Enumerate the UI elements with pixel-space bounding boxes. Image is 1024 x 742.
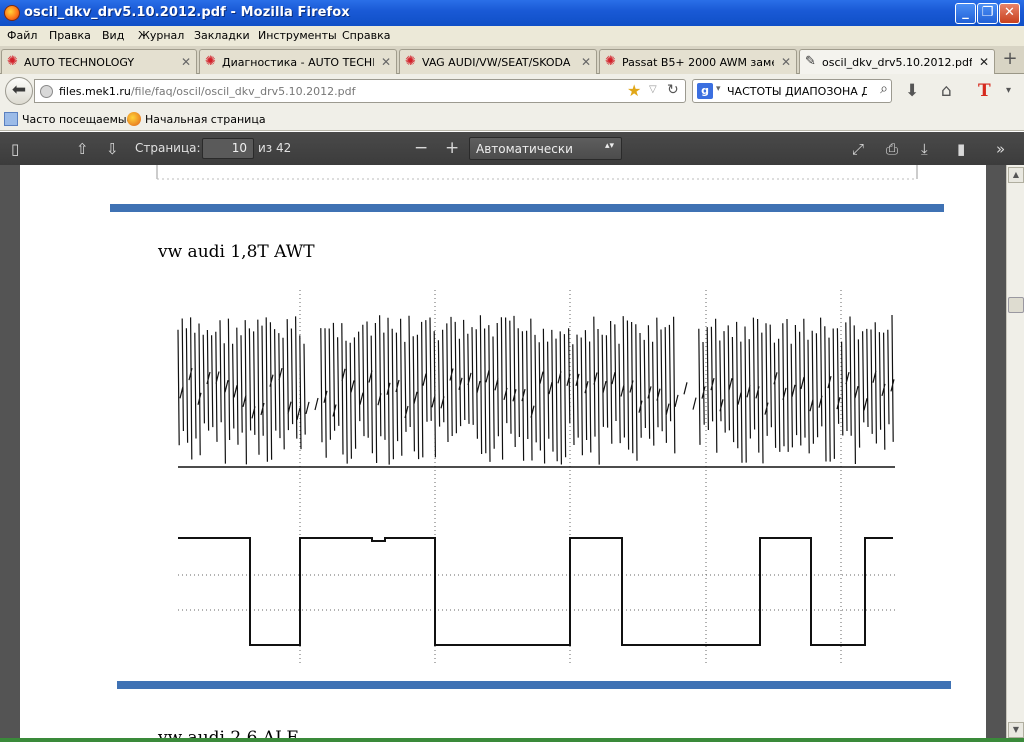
print-icon[interactable]: ⎙ xyxy=(886,140,898,158)
site-favicon-icon: ✺ xyxy=(205,54,216,69)
tools-double-chevron-icon[interactable]: » xyxy=(996,140,1005,158)
menu-bookmarks[interactable]: Закладки xyxy=(194,29,250,42)
download-pdf-icon[interactable]: ⤓ xyxy=(921,140,928,158)
tab-close-icon[interactable]: ✕ xyxy=(381,55,391,69)
most-visited-icon xyxy=(4,112,18,126)
tab-close-icon[interactable]: ✕ xyxy=(181,55,191,69)
zoom-select[interactable]: Автоматически ▴▾ xyxy=(469,137,622,160)
pdf-viewer[interactable]: vw audi 1,8T AWT vw audi 2,6 ALF xyxy=(0,165,1006,742)
tab-close-icon[interactable]: ✕ xyxy=(781,55,791,69)
tab-passat-b5[interactable]: ✺ Passat B5+ 2000 AWM замен... ✕ xyxy=(599,49,797,74)
translate-t-icon[interactable]: T xyxy=(978,81,991,101)
bookmark-icon[interactable]: ▮ xyxy=(957,140,965,158)
burst-strokes xyxy=(177,314,895,465)
previous-page-icon[interactable]: ⇧ xyxy=(76,140,89,158)
zoom-out-icon[interactable]: − xyxy=(414,138,428,158)
window-title: oscil_dkv_drv5.10.2012.pdf - Mozilla Fir… xyxy=(24,5,350,20)
tab-auto-technology[interactable]: ✺ AUTO TECHNOLOGY ✕ xyxy=(1,49,197,74)
menu-bar: Файл Правка Вид Журнал Закладки Инструме… xyxy=(0,26,1024,46)
zoom-in-icon[interactable]: + xyxy=(445,138,459,158)
site-favicon-icon: ✺ xyxy=(605,54,616,69)
ignition-waveform xyxy=(177,314,895,465)
scroll-down-icon[interactable]: ▼ xyxy=(1008,722,1024,738)
close-window-button[interactable]: ✕ xyxy=(999,3,1020,24)
next-page-icon[interactable]: ⇩ xyxy=(106,140,119,158)
reload-icon[interactable]: ↻ xyxy=(667,82,679,98)
globe-icon xyxy=(40,85,53,98)
home-icon[interactable]: ⌂ xyxy=(941,81,952,101)
status-strip xyxy=(0,738,1024,742)
back-arrow-icon: ⬅ xyxy=(11,80,27,100)
scroll-thumb[interactable] xyxy=(1008,297,1024,313)
blue-separator-top xyxy=(110,204,944,212)
back-button[interactable]: ⬅ xyxy=(5,77,33,105)
pdf-toolbar: ▯ ⇧ ⇩ Страница: 10 из 42 − + Автоматичес… xyxy=(0,132,1024,165)
tab-close-icon[interactable]: ✕ xyxy=(581,55,591,69)
new-tab-button[interactable]: + xyxy=(1000,50,1020,70)
figure-caption: vw audi 1,8T AWT xyxy=(158,242,315,262)
minimize-button[interactable]: _ xyxy=(955,3,976,24)
download-icon[interactable]: ⬇ xyxy=(905,81,919,101)
bookmark-most-visited[interactable]: Часто посещаемые xyxy=(4,112,133,126)
scroll-up-icon[interactable]: ▲ xyxy=(1008,167,1024,183)
firefox-icon xyxy=(4,5,20,21)
menu-history[interactable]: Журнал xyxy=(138,29,184,42)
site-favicon-icon: ✺ xyxy=(7,54,18,69)
hall-sensor-square-wave xyxy=(178,537,893,646)
search-icon[interactable]: ⌕ xyxy=(880,81,888,97)
menu-file[interactable]: Файл xyxy=(7,29,37,42)
menu-edit[interactable]: Правка xyxy=(49,29,91,42)
vertical-scrollbar[interactable]: ▲ ▼ xyxy=(1006,165,1024,742)
search-bar[interactable]: g ▾ ЧАСТОТЫ ДИАПОЗОНА ДМВ ⌕ xyxy=(692,79,892,103)
tab-diagnostics[interactable]: ✺ Диагностика - AUTO TECHN... ✕ xyxy=(199,49,397,74)
blue-separator-bottom xyxy=(117,681,951,689)
fullscreen-icon[interactable]: ⤢ xyxy=(852,140,864,158)
page-count: из 42 xyxy=(258,141,292,155)
tab-bar: ✺ AUTO TECHNOLOGY ✕ ✺ Диагностика - AUTO… xyxy=(0,46,1024,75)
firefox-icon xyxy=(127,112,141,126)
search-input[interactable]: ЧАСТОТЫ ДИАПОЗОНА ДМВ xyxy=(727,85,867,98)
tab-oscil-pdf[interactable]: ✎ oscil_dkv_drv5.10.2012.pdf ✕ xyxy=(799,49,995,75)
url-bar[interactable]: files.mek1.ru/file/faq/oscil/oscil_dkv_d… xyxy=(34,79,686,103)
page-label: Страница: xyxy=(135,141,201,155)
menu-help[interactable]: Справка xyxy=(342,29,390,42)
menu-tools[interactable]: Инструменты xyxy=(258,29,337,42)
tab-close-icon[interactable]: ✕ xyxy=(979,55,989,69)
url-text: files.mek1.ru/file/faq/oscil/oscil_dkv_d… xyxy=(59,85,356,98)
page-number-input[interactable]: 10 xyxy=(202,138,254,159)
pdf-page: vw audi 1,8T AWT vw audi 2,6 ALF xyxy=(20,165,986,742)
select-arrows-icon: ▴▾ xyxy=(604,141,614,151)
title-bar: oscil_dkv_drv5.10.2012.pdf - Mozilla Fir… xyxy=(0,0,1024,26)
site-favicon-icon: ✺ xyxy=(405,54,416,69)
navigation-bar: ⬅ files.mek1.ru/file/faq/oscil/oscil_dkv… xyxy=(0,74,1024,107)
url-dropdown-icon[interactable]: ▽ xyxy=(649,84,657,95)
bookmarks-bar: Часто посещаемые Начальная страница xyxy=(0,107,1024,131)
bookmark-star-icon[interactable]: ★ xyxy=(627,81,641,100)
pdf-favicon-icon: ✎ xyxy=(805,54,816,69)
menu-view[interactable]: Вид xyxy=(102,29,124,42)
menu-dropdown-icon[interactable]: ▾ xyxy=(1006,85,1011,96)
google-icon[interactable]: g xyxy=(697,83,713,99)
bookmark-start-page[interactable]: Начальная страница xyxy=(127,112,266,126)
search-engine-dropdown-icon[interactable]: ▾ xyxy=(716,84,721,94)
sidebar-toggle-icon[interactable]: ▯ xyxy=(11,140,19,158)
maximize-button[interactable]: ❐ xyxy=(977,3,998,24)
tab-vag-audi[interactable]: ✺ VAG AUDI/VW/SEAT/SKODA - ... ✕ xyxy=(399,49,597,74)
